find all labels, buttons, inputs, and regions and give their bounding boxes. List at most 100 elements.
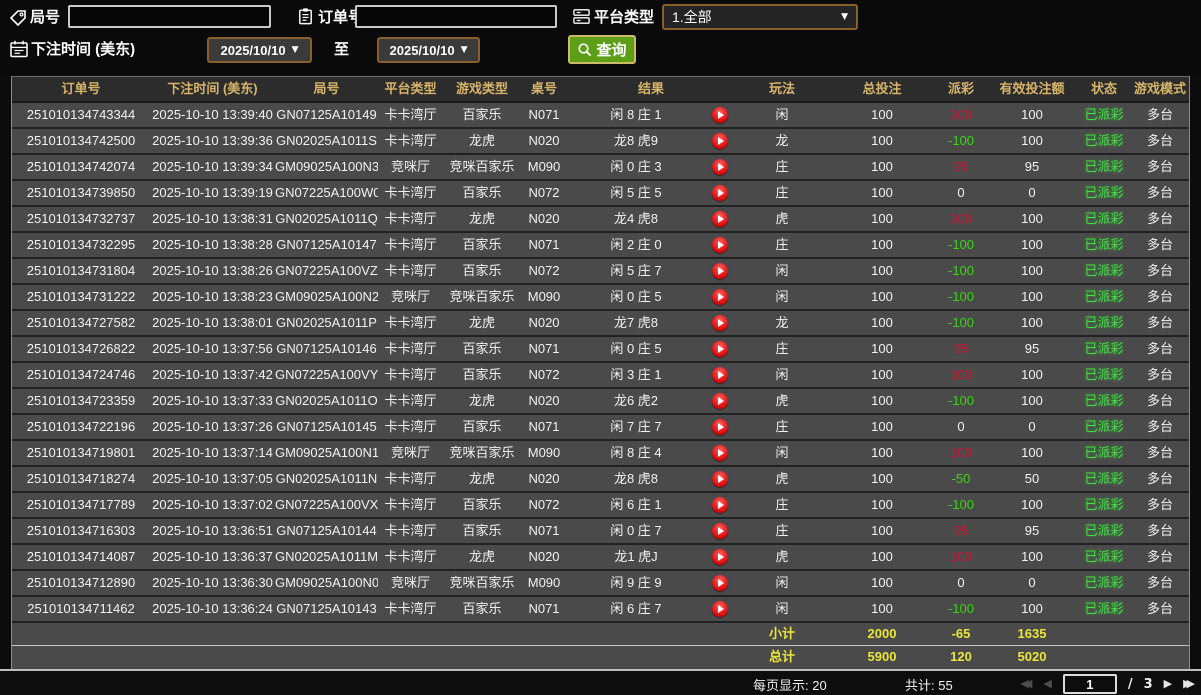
play-video-icon[interactable] — [712, 445, 728, 461]
cell-game-mode: 多台 — [1131, 571, 1189, 595]
orders-table: 订单号 下注时间 (美东) 局号 平台类型 游戏类型 桌号 结果 玩法 总投注 … — [11, 76, 1190, 669]
cell-total-bet: 100 — [829, 415, 935, 439]
play-video-icon[interactable] — [712, 549, 728, 565]
cell-game-mode: 多台 — [1131, 493, 1189, 517]
table-row[interactable]: 251010134722196 2025-10-10 13:37:26 GN07… — [12, 415, 1189, 441]
table-row[interactable]: 251010134731804 2025-10-10 13:38:26 GN07… — [12, 259, 1189, 285]
cell-payout: -100 — [935, 311, 987, 335]
cell-table-no: N020 — [521, 389, 567, 413]
cell-bet-time: 2025-10-10 13:36:51 — [150, 519, 275, 543]
play-video-icon[interactable] — [712, 575, 728, 591]
cell-order-no: 251010134731222 — [12, 285, 150, 309]
cell-valid-bet: 100 — [987, 389, 1077, 413]
date-from-arrow-icon: ▼ — [292, 45, 299, 55]
play-video-icon[interactable] — [712, 601, 728, 617]
play-video-icon[interactable] — [712, 367, 728, 383]
table-row[interactable]: 251010134743344 2025-10-10 13:39:40 GN07… — [12, 103, 1189, 129]
table-row[interactable]: 251010134732295 2025-10-10 13:38:28 GN07… — [12, 233, 1189, 259]
cell-valid-bet: 95 — [987, 337, 1077, 361]
table-row[interactable]: 251010134716303 2025-10-10 13:36:51 GN07… — [12, 519, 1189, 545]
query-button[interactable]: 查询 — [568, 35, 636, 64]
cell-table-no: M090 — [521, 285, 567, 309]
table-row[interactable]: 251010134717789 2025-10-10 13:37:02 GN07… — [12, 493, 1189, 519]
table-row[interactable]: 251010134742500 2025-10-10 13:39:36 GN02… — [12, 129, 1189, 155]
first-page-icon[interactable]: ◀◀ — [1020, 673, 1032, 695]
play-video-icon[interactable] — [712, 341, 728, 357]
cell-platform-type: 竞咪厅 — [378, 441, 443, 465]
date-to-picker[interactable]: 2025/10/10 ▼ — [377, 37, 480, 63]
table-body: 251010134743344 2025-10-10 13:39:40 GN07… — [12, 103, 1189, 623]
cell-table-no: N071 — [521, 103, 567, 127]
cell-status: 已派彩 — [1077, 181, 1131, 205]
subtotal-row: 小计 2000 -65 1635 — [12, 623, 1189, 646]
play-video-icon[interactable] — [712, 471, 728, 487]
table-row[interactable]: 251010134719801 2025-10-10 13:37:14 GM09… — [12, 441, 1189, 467]
play-video-icon[interactable] — [712, 107, 728, 123]
cell-table-no: N071 — [521, 337, 567, 361]
to-label: 至 — [334, 39, 349, 61]
table-row[interactable]: 251010134727582 2025-10-10 13:38:01 GN02… — [12, 311, 1189, 337]
play-video-icon[interactable] — [712, 185, 728, 201]
play-video-icon[interactable] — [712, 159, 728, 175]
page-input[interactable] — [1063, 674, 1117, 694]
date-from-picker[interactable]: 2025/10/10 ▼ — [207, 37, 312, 63]
play-video-icon[interactable] — [712, 263, 728, 279]
cell-order-no: 251010134714087 — [12, 545, 150, 569]
table-row[interactable]: 251010134711462 2025-10-10 13:36:24 GN07… — [12, 597, 1189, 623]
cell-status: 已派彩 — [1077, 285, 1131, 309]
play-video-icon[interactable] — [712, 133, 728, 149]
total-payout: 120 — [935, 646, 987, 669]
order-no-input[interactable] — [355, 5, 557, 28]
play-video-icon[interactable] — [712, 315, 728, 331]
play-video-icon[interactable] — [712, 419, 728, 435]
play-video-icon[interactable] — [712, 289, 728, 305]
table-row[interactable]: 251010134723359 2025-10-10 13:37:33 GN02… — [12, 389, 1189, 415]
table-row[interactable]: 251010134742074 2025-10-10 13:39:34 GM09… — [12, 155, 1189, 181]
cell-play-type: 庄 — [735, 233, 829, 257]
table-row[interactable]: 251010134712890 2025-10-10 13:36:30 GM09… — [12, 571, 1189, 597]
play-video-icon[interactable] — [712, 237, 728, 253]
cell-valid-bet: 100 — [987, 311, 1077, 335]
cell-total-bet: 100 — [829, 441, 935, 465]
table-row[interactable]: 251010134718274 2025-10-10 13:37:05 GN02… — [12, 467, 1189, 493]
cell-replay — [705, 597, 735, 621]
cell-platform-type: 卡卡湾厅 — [378, 337, 443, 361]
cell-platform-type: 卡卡湾厅 — [378, 129, 443, 153]
header-play-type: 玩法 — [735, 77, 829, 101]
cell-valid-bet: 100 — [987, 207, 1077, 231]
game-no-input[interactable] — [68, 5, 271, 28]
cell-game-type: 百家乐 — [443, 415, 521, 439]
cell-platform-type: 卡卡湾厅 — [378, 181, 443, 205]
play-video-icon[interactable] — [712, 497, 728, 513]
cell-payout: 100 — [935, 363, 987, 387]
cell-game-mode: 多台 — [1131, 285, 1189, 309]
cell-game-mode: 多台 — [1131, 129, 1189, 153]
cell-play-type: 虎 — [735, 467, 829, 491]
cell-game-type: 龙虎 — [443, 467, 521, 491]
play-video-icon[interactable] — [712, 393, 728, 409]
platform-type-select[interactable]: 1.全部 ▼ — [662, 4, 858, 30]
cell-game-no: GN02025A1011P — [275, 311, 378, 335]
prev-page-icon[interactable]: ◀ — [1043, 673, 1051, 695]
cell-play-type: 闲 — [735, 571, 829, 595]
next-page-icon[interactable]: ▶ — [1164, 673, 1172, 695]
table-row[interactable]: 251010134732737 2025-10-10 13:38:31 GN02… — [12, 207, 1189, 233]
cell-status: 已派彩 — [1077, 467, 1131, 491]
table-row[interactable]: 251010134731222 2025-10-10 13:38:23 GM09… — [12, 285, 1189, 311]
play-video-icon[interactable] — [712, 523, 728, 539]
cell-status: 已派彩 — [1077, 389, 1131, 413]
table-row[interactable]: 251010134726822 2025-10-10 13:37:56 GN07… — [12, 337, 1189, 363]
cell-valid-bet: 100 — [987, 285, 1077, 309]
play-video-icon[interactable] — [712, 211, 728, 227]
cell-valid-bet: 95 — [987, 155, 1077, 179]
cell-order-no: 251010134711462 — [12, 597, 150, 621]
cell-game-no: GN07125A10146 — [275, 337, 378, 361]
table-row[interactable]: 251010134724746 2025-10-10 13:37:42 GN07… — [12, 363, 1189, 389]
table-row[interactable]: 251010134714087 2025-10-10 13:36:37 GN02… — [12, 545, 1189, 571]
cell-total-bet: 100 — [829, 311, 935, 335]
table-row[interactable]: 251010134739850 2025-10-10 13:39:19 GN07… — [12, 181, 1189, 207]
cell-bet-time: 2025-10-10 13:37:56 — [150, 337, 275, 361]
platform-selected-value: 1.全部 — [672, 7, 841, 27]
cell-replay — [705, 519, 735, 543]
last-page-icon[interactable]: ▶▶ — [1183, 673, 1195, 695]
